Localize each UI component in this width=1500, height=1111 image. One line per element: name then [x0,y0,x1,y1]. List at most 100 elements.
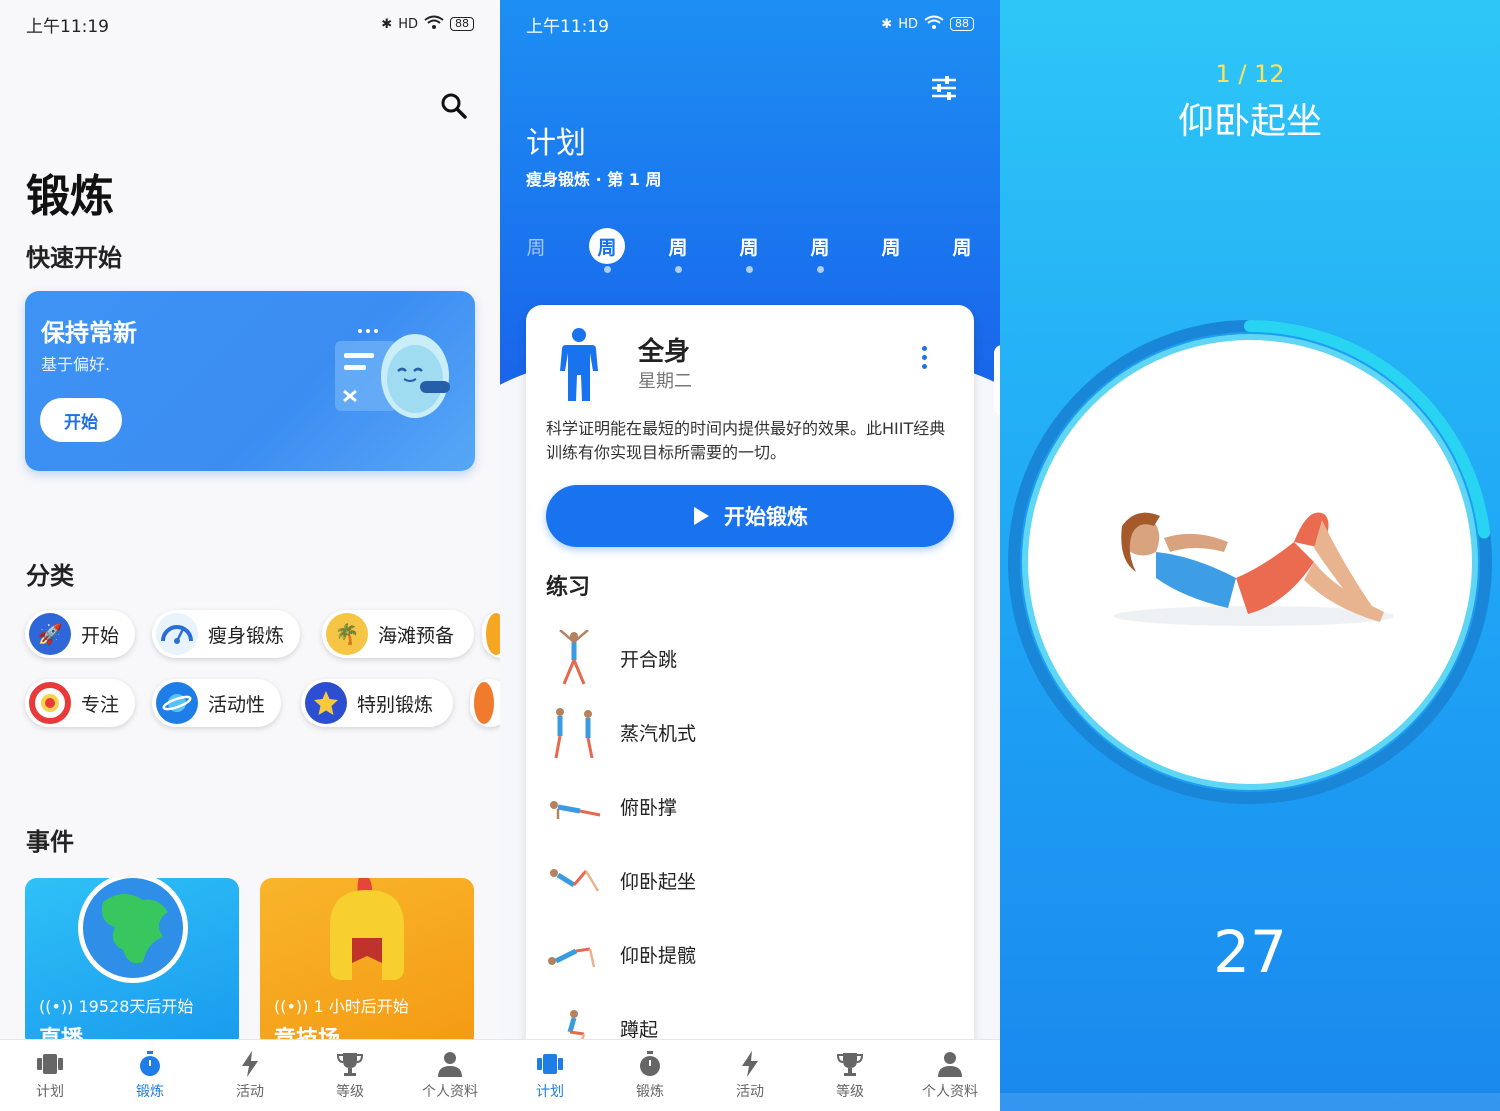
rocket-icon: 🚀 [29,613,71,655]
exercise-progress-ring [1008,320,1492,804]
tab-levels[interactable]: 等级 [800,1040,900,1111]
category-label: 开始 [81,624,120,647]
week-selector-7[interactable]: 周 [944,228,980,264]
event-card-live[interactable]: ((•)) 19528天后开始 直播 [25,878,239,1048]
tab-levels[interactable]: 等级 [300,1040,400,1111]
signal-icon: HD [398,16,418,32]
sliders-icon [932,76,956,100]
exercise-row[interactable]: 俯卧撑 [544,776,956,836]
target-icon [29,682,71,724]
push-up-icon [544,776,604,836]
week-dot [817,266,824,273]
filter-button[interactable] [928,72,960,104]
plan-subtitle: 瘦身锻炼 · 第 1 周 [526,170,662,189]
tab-activity[interactable]: 活动 [200,1040,300,1111]
category-label: 专注 [81,693,120,716]
category-chip-mobility[interactable]: 活动性 [152,679,282,727]
full-body-icon [560,328,598,401]
tab-workout[interactable]: 锻炼 [100,1040,200,1111]
workout-description: 科学证明能在最短的时间内提供最好的效果。此HIIT经典训练有你实现目标所需要的一… [546,419,946,462]
beach-icon: 🌴 [326,613,368,655]
category-label: 活动性 [208,693,266,716]
category-label: 海滩预备 [378,624,455,647]
wifi-icon [424,15,444,33]
event-start-time: ((•)) 19528天后开始 [39,997,194,1016]
lightning-icon [737,1050,763,1077]
category-chip-focus[interactable]: 专注 [25,679,136,727]
page-title: 锻炼 [26,171,114,222]
quick-start-button[interactable]: 开始 [40,398,122,442]
exercise-name: 仰卧提髋 [620,944,697,967]
bottom-tab-bar: 计划 锻炼 活动 等级 个人资料 [500,1039,1000,1111]
week-selector-4[interactable]: 周 [731,228,767,264]
person-icon [437,1051,463,1077]
status-bar: 上午11:19 ✱ HD 88 [26,12,474,37]
globe-icon [78,878,188,983]
status-icons: ✱ HD 88 [381,15,474,33]
exercise-name: 蒸汽机式 [620,722,697,745]
week-dot [746,266,753,273]
category-label: 特别锻炼 [357,693,434,716]
exercise-player-screen: 1 / 12 仰卧起坐 27 [1000,0,1500,1111]
lightning-icon [237,1050,263,1077]
exercise-row[interactable]: 仰卧提髋 [544,924,956,984]
category-icon [474,682,494,724]
tab-activity[interactable]: 活动 [700,1040,800,1111]
category-chip-weight-loss[interactable]: 瘦身锻炼 [152,610,301,658]
battery-icon: 88 [450,17,474,31]
helmet-icon [330,878,404,980]
workout-title: 全身 [638,337,691,367]
events-heading: 事件 [26,828,74,856]
glute-bridge-icon [544,924,604,984]
wifi-icon [924,15,944,33]
scale-icon [156,613,198,655]
exercise-name: 俯卧撑 [620,796,678,819]
week-selector-2[interactable]: 周 [589,228,625,264]
category-chip-special[interactable]: 特别锻炼 [301,679,454,727]
start-workout-button[interactable]: 开始锻炼 [546,485,954,547]
quick-start-card-title: 保持常新 [41,319,137,347]
steam-engine-icon [544,702,604,762]
status-time: 上午11:19 [26,16,109,37]
category-chip-start[interactable]: 🚀 开始 [25,610,136,658]
exercise-row[interactable]: 仰卧起坐 [544,850,956,910]
category-chip-beach[interactable]: 🌴 海滩预备 [322,610,475,658]
search-button[interactable] [438,90,470,122]
week-selector-1[interactable]: 周 [518,228,554,264]
week-selector-5[interactable]: 周 [802,228,838,264]
tab-plan[interactable]: 计划 [500,1040,600,1111]
category-chip-more-2[interactable] [470,679,500,727]
trophy-icon [837,1051,863,1077]
more-options-button[interactable] [914,343,934,371]
exercise-timer: 27 [1213,918,1287,986]
exercises-heading: 练习 [546,575,591,600]
event-card-arena[interactable]: ((•)) 1 小时后开始 竞技场 [260,878,474,1048]
week-selector-6[interactable]: 周 [873,228,909,264]
category-icon [486,613,500,655]
category-chip-more-1[interactable] [482,610,500,658]
tab-profile[interactable]: 个人资料 [400,1040,500,1111]
workout-day: 星期二 [638,371,692,392]
exercise-row[interactable]: 蒸汽机式 [544,702,956,762]
person-icon [937,1051,963,1077]
week-selector-3[interactable]: 周 [660,228,696,264]
bluetooth-icon: ✱ [381,16,393,32]
exercise-row[interactable]: 开合跳 [544,628,956,688]
plan-icon [37,1051,63,1077]
plan-title: 计划 [526,126,586,161]
category-label: 瘦身锻炼 [208,624,285,647]
quick-start-card[interactable]: 保持常新 基于偏好. 开始 [25,291,475,471]
exercise-name: 仰卧起坐 [620,870,697,893]
status-icons: ✱ HD 88 [881,15,974,33]
stopwatch-icon [637,1050,663,1077]
signal-icon: HD [898,16,918,32]
tab-profile[interactable]: 个人资料 [900,1040,1000,1111]
tab-workout[interactable]: 锻炼 [600,1040,700,1111]
exercise-title: 仰卧起坐 [1177,101,1322,142]
star-icon [305,682,347,724]
week-dot [604,266,611,273]
exercise-name: 蹲起 [620,1018,659,1041]
tab-plan[interactable]: 计划 [0,1040,100,1111]
battery-icon: 88 [950,17,974,31]
robot-shuffle-illustration [335,329,450,418]
